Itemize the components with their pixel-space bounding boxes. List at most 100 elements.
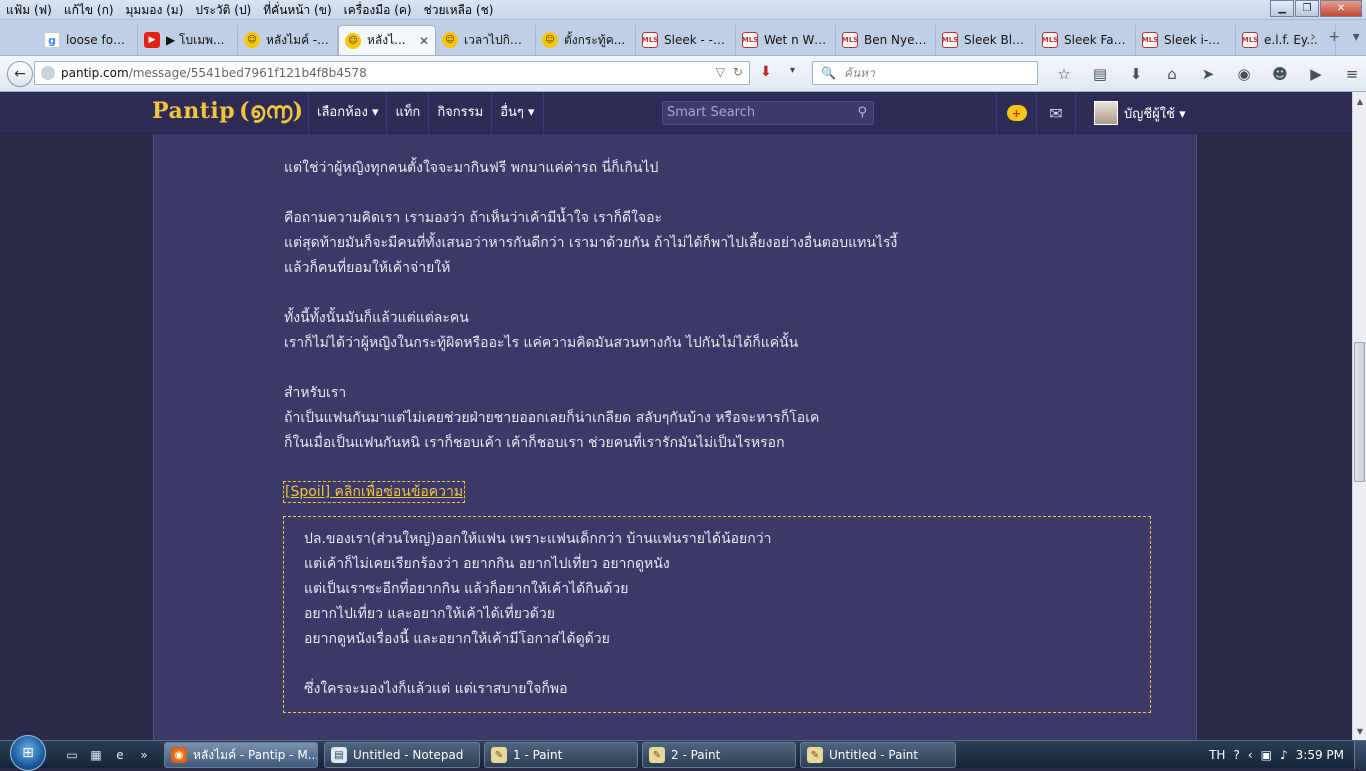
browser-tab[interactable]: MLS Ben Nye ... bbox=[836, 25, 936, 55]
message-line bbox=[284, 281, 1084, 306]
site-nav-item[interactable]: อื่นๆ ▾ bbox=[491, 92, 544, 134]
scroll-down-icon[interactable]: ▼ bbox=[1353, 724, 1366, 738]
chat-bubble-icon[interactable]: ☻ bbox=[1262, 62, 1298, 86]
logo-glyph: (൭൬) bbox=[239, 98, 304, 124]
taskbar-button[interactable]: ▤ Untitled - Notepad bbox=[324, 742, 480, 768]
menu-item[interactable]: มุมมอง (ม) bbox=[120, 0, 190, 20]
explorer-icon[interactable]: ▦ bbox=[86, 745, 106, 765]
site-nav-item[interactable]: แท็ก bbox=[386, 92, 428, 134]
tab-title: Sleek Fac... bbox=[1064, 33, 1129, 47]
clock[interactable]: 3:59 PM bbox=[1296, 748, 1344, 762]
browser-tab[interactable]: MLS Sleek - -- ... bbox=[636, 25, 736, 55]
send-icon[interactable]: ➤ bbox=[1190, 62, 1226, 86]
list-tabs-icon[interactable]: ▾ bbox=[1353, 29, 1360, 45]
browser-tab[interactable]: ☺ ตั้งกระทู้ค... bbox=[536, 25, 636, 55]
youtube-icon: ▶ bbox=[144, 32, 160, 48]
browser-search-input[interactable]: 🔍 ค้นหา bbox=[812, 61, 1038, 85]
download-status-icon[interactable]: ⬇ bbox=[760, 64, 772, 80]
taskbar-button[interactable]: ◉ หลังไมค์ - Pantip - M... bbox=[164, 742, 318, 768]
menu-item[interactable]: ประวัติ (ป) bbox=[189, 0, 257, 20]
chevron-down-icon[interactable]: ▾ bbox=[790, 65, 795, 76]
mail-icon[interactable]: ✉ bbox=[1036, 92, 1076, 134]
menu-item[interactable]: ที่คั่นหน้า (ข) bbox=[257, 0, 337, 20]
site-nav-item[interactable]: กิจกรรม bbox=[428, 92, 491, 134]
taskbar-button[interactable]: ✎ 2 - Paint bbox=[642, 742, 796, 768]
site-nav-item[interactable]: เลือกห้อง ▾ bbox=[308, 92, 386, 134]
browser-tab[interactable]: g loose fou... bbox=[38, 25, 138, 55]
browser-tab[interactable]: MLS Sleek Blu... bbox=[936, 25, 1036, 55]
more-chevron-icon[interactable]: » bbox=[134, 745, 154, 765]
tab-active[interactable]: ☺ หลังไ... ✕ bbox=[338, 25, 436, 55]
logo-text: Pantip bbox=[152, 98, 236, 124]
internet-explorer-icon[interactable]: e bbox=[110, 745, 130, 765]
start-button[interactable]: ⊞ bbox=[10, 735, 46, 771]
browser-tab[interactable]: ▶ ▶ โบเมพ... bbox=[138, 25, 238, 55]
vertical-scrollbar[interactable]: ▲ ▼ bbox=[1352, 92, 1366, 740]
taskbar-button-label: Untitled - Paint bbox=[829, 748, 919, 762]
url-path: /message/5541bed7961f121b4f8b4578 bbox=[128, 66, 367, 80]
spoiler-toggle-link[interactable]: [Spoil] คลิกเพื่อซ่อนข้อความ bbox=[283, 481, 466, 503]
navigation-bar: ← pantip.com/message/5541bed7961f121b4f8… bbox=[0, 56, 1366, 92]
minimize-button[interactable]: ▁ bbox=[1270, 0, 1294, 17]
paint-icon: ✎ bbox=[491, 747, 507, 763]
menu-item[interactable]: แก้ไข (ก) bbox=[58, 0, 120, 20]
tab-scroll-controls: › + ▾ bbox=[1304, 22, 1366, 52]
youtube-addon-icon[interactable]: ▶ bbox=[1298, 62, 1334, 86]
site-header: Pantip (൭൬) เลือกห้อง ▾ แท็ก กิจกรรม อื่นๆ ▾… bbox=[0, 92, 1352, 134]
spoiler-line: ปล.ของเรา(ส่วนใหญ่)ออกให้แฟน เพราะแฟนเด็… bbox=[304, 531, 772, 547]
browser-tab[interactable]: MLS Sleek i-Di... bbox=[1136, 25, 1236, 55]
taskbar-button[interactable]: ✎ Untitled - Paint bbox=[800, 742, 956, 768]
message-line: ถ้าเป็นแฟนกันมาแต่ไม่เคยช่วยฝ่ายชายออกเล… bbox=[284, 410, 820, 426]
menu-item[interactable]: แฟ้ม (ฟ) bbox=[0, 0, 58, 20]
smart-search-input[interactable]: Smart Search ⚲ bbox=[662, 101, 874, 125]
paint-icon: ✎ bbox=[649, 747, 665, 763]
url-bar[interactable]: pantip.com/message/5541bed7961f121b4f8b4… bbox=[34, 61, 750, 85]
scrollbar-thumb[interactable] bbox=[1354, 342, 1365, 482]
menu-item[interactable]: เครื่องมือ (ค) bbox=[338, 0, 418, 20]
notification-chat-icon[interactable]: + bbox=[996, 92, 1036, 134]
spoiler-line: ซึ่งใครจะมองไงก็แล้วแต่ แต่เราสบายใจก็พอ bbox=[304, 681, 568, 697]
paint-icon: ✎ bbox=[807, 747, 823, 763]
mls-icon: MLS bbox=[1242, 32, 1258, 48]
browser-tab[interactable]: MLS Sleek Fac... bbox=[1036, 25, 1136, 55]
message-line bbox=[284, 181, 1084, 206]
reload-icon[interactable]: ↻ bbox=[733, 65, 743, 79]
show-desktop-button[interactable] bbox=[1354, 741, 1366, 769]
new-tab-icon[interactable]: + bbox=[1328, 29, 1340, 45]
show-desktop-icon[interactable]: ▭ bbox=[62, 745, 82, 765]
browser-tab[interactable]: MLS Wet n Wil... bbox=[736, 25, 836, 55]
url-dropdown-icon[interactable]: ▽ bbox=[716, 65, 725, 79]
downloads-icon[interactable]: ⬇ bbox=[1118, 62, 1154, 86]
browser-tab[interactable]: ☺ หลังไมค์ -... bbox=[238, 25, 338, 55]
scroll-up-icon[interactable]: ▲ bbox=[1353, 94, 1366, 108]
close-window-button[interactable]: ✕ bbox=[1320, 0, 1362, 17]
back-button[interactable]: ← bbox=[7, 60, 33, 87]
account-menu[interactable]: บัญชีผู้ใช้ ▾ bbox=[1094, 101, 1186, 125]
home-icon[interactable]: ⌂ bbox=[1154, 62, 1190, 86]
window-controls: ▁ ❐ ✕ bbox=[1269, 0, 1362, 18]
tray-expand-icon[interactable]: ‹ bbox=[1248, 748, 1253, 762]
volume-icon[interactable]: ♪ bbox=[1280, 748, 1288, 762]
bookmarks-list-icon[interactable]: ▤ bbox=[1082, 62, 1118, 86]
language-indicator[interactable]: TH bbox=[1209, 748, 1225, 762]
close-tab-icon[interactable]: ✕ bbox=[419, 34, 429, 48]
pantip-logo[interactable]: Pantip (൭൬) bbox=[152, 98, 304, 124]
pantip-smile-icon: ☺ bbox=[542, 32, 558, 48]
menu-hamburger-icon[interactable]: ≡ bbox=[1334, 62, 1366, 86]
firefox-icon: ◉ bbox=[171, 747, 187, 763]
smart-search-placeholder: Smart Search bbox=[667, 105, 756, 120]
restore-button[interactable]: ❐ bbox=[1295, 0, 1319, 17]
message-line: แต่ใช่ว่าผู้หญิงทุกคนตั้งใจจะมากินฟรี พก… bbox=[284, 160, 659, 176]
menu-item[interactable]: ช่วยเหลือ (ช) bbox=[418, 0, 500, 20]
browser-tab[interactable]: ☺ เวลาไปกิน... bbox=[436, 25, 536, 55]
taskbar-button[interactable]: ✎ 1 - Paint bbox=[484, 742, 638, 768]
bookmark-star-icon[interactable]: ☆ bbox=[1046, 62, 1082, 86]
search-icon[interactable]: ⚲ bbox=[857, 102, 867, 124]
help-icon[interactable]: ? bbox=[1233, 748, 1239, 762]
network-icon[interactable]: ▣ bbox=[1261, 748, 1272, 762]
tab-scroll-right-icon[interactable]: › bbox=[1310, 29, 1316, 45]
mls-icon: MLS bbox=[1142, 32, 1158, 48]
addon-globe-icon[interactable]: ◉ bbox=[1226, 62, 1262, 86]
globe-icon bbox=[41, 66, 55, 80]
mls-icon: MLS bbox=[942, 32, 958, 48]
